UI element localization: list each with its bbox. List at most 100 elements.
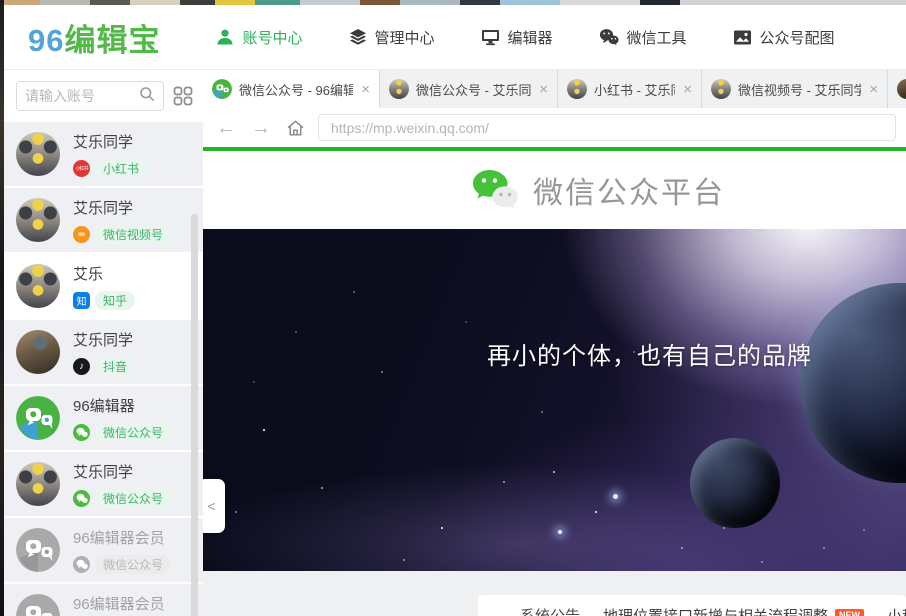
platform-pill: 微信公众号 xyxy=(95,555,171,574)
account-item-member[interactable]: 96编辑器会员 微信公众号 xyxy=(4,518,203,582)
avatar xyxy=(16,462,60,506)
account-name: 96编辑器会员 xyxy=(73,593,171,614)
browser-tab-wechat-aile[interactable]: 微信公众号 - 艾乐同学 × xyxy=(380,70,558,108)
tab-title: 微信公众号 - 艾乐同学 xyxy=(416,80,531,99)
nav-label: 账号中心 xyxy=(242,27,302,48)
monitor-icon xyxy=(481,28,500,46)
account-item-96editor[interactable]: 96编辑器 微信公众号 xyxy=(4,386,203,450)
search-box xyxy=(16,81,164,111)
tab-title: 小红书 - 艾乐同学 xyxy=(594,80,675,99)
announcement-link[interactable]: 地理位置接口新增与相关流程调整 xyxy=(603,608,828,616)
platform-pill: 知乎 xyxy=(95,291,135,310)
back-icon[interactable]: ← xyxy=(216,118,236,138)
nav-label: 编辑器 xyxy=(508,27,553,48)
platform-pill: 抖音 xyxy=(95,357,135,376)
account-list: 艾乐同学 小红书 小红书 艾乐同学 ∞ xyxy=(4,122,203,616)
logo-prefix: 96 xyxy=(28,23,64,58)
nav-mp-images[interactable]: 公众号配图 xyxy=(733,27,835,48)
announcement-more[interactable]: 小程 xyxy=(887,608,906,616)
douyin-icon: ♪ xyxy=(73,358,90,375)
zhihu-icon: 知 xyxy=(73,292,90,309)
nav-wechat-tools[interactable]: 微信工具 xyxy=(599,27,687,48)
tab-favicon-avatar xyxy=(567,79,587,99)
account-name: 96编辑器 xyxy=(73,395,171,416)
account-item-xiaohongshu[interactable]: 艾乐同学 小红书 小红书 xyxy=(4,122,203,186)
new-badge: NEW xyxy=(835,609,864,616)
browser-tabbar: 微信公众号 - 96编辑器 × 微信公众号 - 艾乐同学 × 小红书 - 艾乐同… xyxy=(203,70,906,108)
account-item-shipinhao[interactable]: 艾乐同学 ∞ 微信视频号 xyxy=(4,188,203,252)
search-input[interactable] xyxy=(25,88,139,104)
platform-pill: 小红书 xyxy=(95,159,147,178)
nav-manage-center[interactable]: 管理中心 xyxy=(349,27,435,48)
tab-favicon-avatar xyxy=(711,79,731,99)
url-input[interactable] xyxy=(331,120,883,136)
page-lower-section: 系统公告 · 地理位置接口新增与相关流程调整 NEW · 小程 xyxy=(203,571,906,616)
account-name: 艾乐同学 xyxy=(73,461,171,482)
close-icon[interactable]: × xyxy=(361,82,370,97)
window-body: 艾乐同学 小红书 小红书 艾乐同学 ∞ xyxy=(4,70,906,616)
grid-view-icon[interactable] xyxy=(173,86,193,106)
browser-tab-shipinhao[interactable]: 微信视频号 - 艾乐同学 × xyxy=(702,70,888,108)
avatar xyxy=(16,198,60,242)
planet-small xyxy=(690,438,780,528)
browser-tab-96editor[interactable]: 微信公众号 - 96编辑器 × xyxy=(203,70,380,108)
sidebar-collapse-button[interactable]: < xyxy=(203,479,225,533)
close-icon[interactable]: × xyxy=(539,82,548,97)
sidebar-search-row xyxy=(4,70,203,122)
browser-tab-xiaohongshu[interactable]: 小红书 - 艾乐同学 × xyxy=(558,70,702,108)
separator-dot: · xyxy=(873,608,878,616)
search-icon[interactable] xyxy=(139,86,155,107)
nav-account-center[interactable]: 账号中心 xyxy=(216,27,302,48)
tab-favicon-avatar xyxy=(389,79,409,99)
platform-pill: 微信视频号 xyxy=(95,225,171,244)
announcement-card: 系统公告 · 地理位置接口新增与相关流程调整 NEW · 小程 xyxy=(478,595,906,616)
browser-area: 微信公众号 - 96编辑器 × 微信公众号 - 艾乐同学 × 小红书 - 艾乐同… xyxy=(203,70,906,616)
close-icon[interactable]: × xyxy=(869,82,878,97)
wechat-logo-icon xyxy=(472,169,519,212)
hero-slogan: 再小的个体，也有自己的品牌 xyxy=(298,336,906,371)
separator-dot: · xyxy=(589,608,594,616)
avatar-96editor-logo xyxy=(16,396,60,440)
account-name: 艾乐同学 xyxy=(73,131,147,152)
app-logo[interactable]: 96编辑宝 xyxy=(28,15,160,60)
account-name: 艾乐同学 xyxy=(73,197,171,218)
home-icon[interactable] xyxy=(286,119,305,137)
avatar-member-logo xyxy=(16,594,60,616)
stars-decoration xyxy=(203,229,205,231)
image-icon xyxy=(733,29,752,46)
bright-star xyxy=(613,494,618,499)
announcement-label: 系统公告 xyxy=(520,608,580,616)
avatar xyxy=(16,264,60,308)
app-window: 96编辑宝 账号中心 管理中心 xyxy=(4,5,906,616)
account-item-member-2[interactable]: 96编辑器会员 微信公众号 xyxy=(4,584,203,616)
nav-editor[interactable]: 编辑器 xyxy=(481,27,553,48)
platform-pill: 微信公众号 xyxy=(95,489,171,508)
account-item-wechat-mp[interactable]: 艾乐同学 微信公众号 xyxy=(4,452,203,516)
xiaohongshu-icon: 小红书 xyxy=(73,160,90,177)
top-nav: 账号中心 管理中心 编辑器 xyxy=(216,27,880,48)
account-name: 96编辑器会员 xyxy=(73,527,171,548)
platform-pill: 微信公众号 xyxy=(95,423,171,442)
avatar-member-logo xyxy=(16,528,60,572)
wechat-icon xyxy=(73,424,90,441)
nav-label: 公众号配图 xyxy=(760,27,835,48)
account-item-zhihu[interactable]: 艾乐 知 知乎 xyxy=(4,254,203,318)
shipinhao-icon: ∞ xyxy=(73,226,90,243)
browser-toolbar: ← → xyxy=(203,108,906,147)
screen: 96编辑宝 账号中心 管理中心 xyxy=(0,0,906,616)
sidebar-scrollbar[interactable] xyxy=(191,214,198,616)
wechat-icon xyxy=(599,28,619,46)
hero-banner: 再小的个体，也有自己的品牌 < xyxy=(203,229,906,571)
avatar xyxy=(16,330,60,374)
bright-star xyxy=(558,530,562,534)
account-name: 艾乐同学 xyxy=(73,329,135,350)
user-icon xyxy=(216,28,234,46)
account-item-douyin[interactable]: 艾乐同学 ♪ 抖音 xyxy=(4,320,203,384)
wechat-icon xyxy=(73,490,90,507)
account-name: 艾乐 xyxy=(73,263,135,284)
forward-icon[interactable]: → xyxy=(251,118,271,138)
close-icon[interactable]: × xyxy=(683,82,692,97)
nav-label: 管理中心 xyxy=(375,27,435,48)
account-sidebar: 艾乐同学 小红书 小红书 艾乐同学 ∞ xyxy=(4,70,203,616)
browser-tab-partial[interactable] xyxy=(888,70,906,108)
